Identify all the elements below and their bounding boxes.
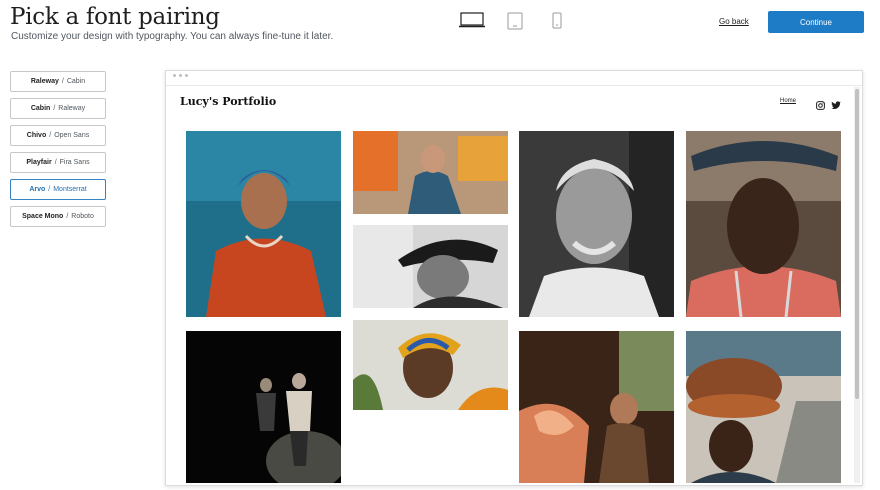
body-font-label: Montserrat	[53, 186, 87, 193]
twitter-icon[interactable]	[831, 97, 841, 115]
portfolio-photo[interactable]	[686, 331, 841, 483]
body-font-label: Cabin	[66, 78, 86, 85]
window-dots	[173, 74, 188, 77]
portfolio-photo[interactable]	[519, 331, 674, 483]
portfolio-photo[interactable]	[686, 131, 841, 317]
font-pairing-button[interactable]: Space Mono / Roboto	[10, 206, 106, 227]
body-font-label: Fira Sans	[59, 159, 90, 166]
mobile-icon[interactable]	[550, 11, 564, 36]
instagram-icon[interactable]	[816, 97, 825, 115]
font-separator: /	[66, 213, 69, 220]
font-pairing-button[interactable]: Arvo / Montserrat	[10, 179, 106, 200]
portfolio-photo[interactable]	[186, 331, 341, 483]
preview-browser-bar	[166, 71, 862, 86]
font-separator: /	[48, 186, 51, 193]
heading-font-label: Playfair	[26, 159, 52, 166]
font-separator: /	[53, 105, 56, 112]
heading-font-label: Arvo	[29, 186, 46, 193]
font-pairing-button[interactable]: Raleway / Cabin	[10, 71, 106, 92]
scrollbar-thumb[interactable]	[855, 89, 859, 399]
design-preview: Lucy's Portfolio Home	[165, 70, 863, 486]
font-pairing-list: Raleway / Cabin Cabin / Raleway Chivo / Open San…	[10, 71, 106, 233]
portfolio-photo[interactable]	[186, 131, 341, 317]
heading-font-label: Space Mono	[22, 213, 64, 220]
font-pairing-button[interactable]: Chivo / Open Sans	[10, 125, 106, 146]
heading-font-label: Raleway	[30, 78, 59, 85]
nav-home-link[interactable]: Home	[780, 98, 796, 104]
portfolio-photo[interactable]	[353, 320, 508, 410]
font-separator: /	[49, 132, 52, 139]
body-font-label: Open Sans	[54, 132, 90, 139]
tablet-icon[interactable]	[506, 11, 524, 36]
go-back-link[interactable]: Go back	[719, 17, 749, 26]
portfolio-photo[interactable]	[353, 225, 508, 308]
body-font-label: Roboto	[71, 213, 94, 220]
font-separator: /	[54, 159, 57, 166]
desktop-icon[interactable]	[458, 11, 486, 34]
portfolio-photo[interactable]	[519, 131, 674, 317]
device-switcher	[458, 11, 570, 33]
font-separator: /	[61, 78, 64, 85]
portfolio-photo[interactable]	[353, 131, 508, 214]
heading-font-label: Cabin	[30, 105, 51, 112]
preview-scrollbar[interactable]	[854, 87, 860, 483]
font-pairing-button[interactable]: Playfair / Fira Sans	[10, 152, 106, 173]
font-pairing-button[interactable]: Cabin / Raleway	[10, 98, 106, 119]
body-font-label: Raleway	[58, 105, 86, 112]
continue-button[interactable]: Continue	[768, 11, 864, 33]
page-subtitle: Customize your design with typography. Y…	[11, 31, 334, 42]
site-title: Lucy's Portfolio	[180, 95, 277, 108]
heading-font-label: Chivo	[26, 132, 47, 139]
page-title: Pick a font pairing	[10, 4, 220, 30]
